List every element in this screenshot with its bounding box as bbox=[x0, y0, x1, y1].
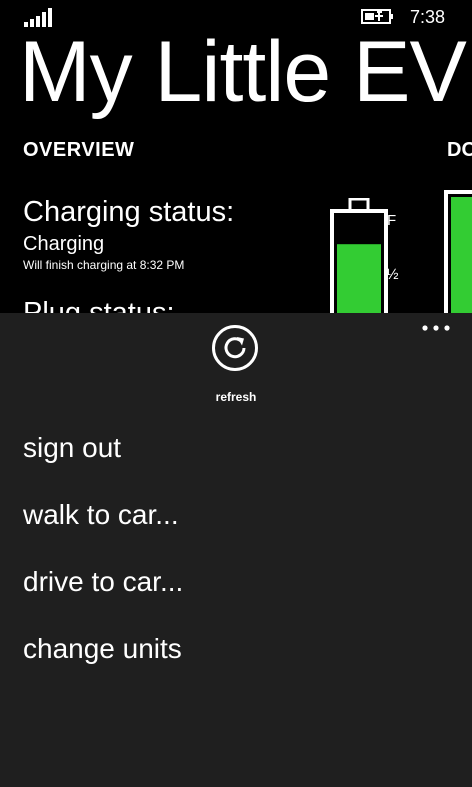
menu-item-sign-out[interactable]: sign out bbox=[23, 431, 121, 465]
menu-item-drive-to-car[interactable]: drive to car... bbox=[23, 565, 183, 599]
menu-item-walk-to-car[interactable]: walk to car... bbox=[23, 498, 179, 532]
charging-finish-time: Will finish charging at 8:32 PM bbox=[23, 258, 185, 272]
battery-level-gauge bbox=[330, 198, 388, 328]
pivot-header-overview[interactable]: OVERVIEW bbox=[23, 139, 134, 162]
app-title: My Little EV bbox=[19, 24, 467, 120]
app-bar-expanded: refresh sign out walk to car... drive to… bbox=[0, 313, 472, 787]
pivot-header-next[interactable]: DO bbox=[447, 139, 472, 162]
refresh-icon bbox=[212, 325, 258, 371]
ellipsis-icon[interactable] bbox=[420, 321, 452, 335]
refresh-label: refresh bbox=[215, 390, 257, 404]
charging-status-value: Charging bbox=[23, 233, 105, 255]
refresh-button[interactable]: refresh bbox=[196, 321, 276, 407]
battery-half-mark: ½ bbox=[386, 266, 399, 283]
battery-gauge-next-pane bbox=[444, 190, 472, 330]
battery-level-fill bbox=[337, 244, 381, 323]
battery-full-mark: F bbox=[387, 212, 397, 229]
menu-item-change-units[interactable]: change units bbox=[23, 632, 182, 666]
charging-status-label: Charging status: bbox=[23, 196, 235, 228]
